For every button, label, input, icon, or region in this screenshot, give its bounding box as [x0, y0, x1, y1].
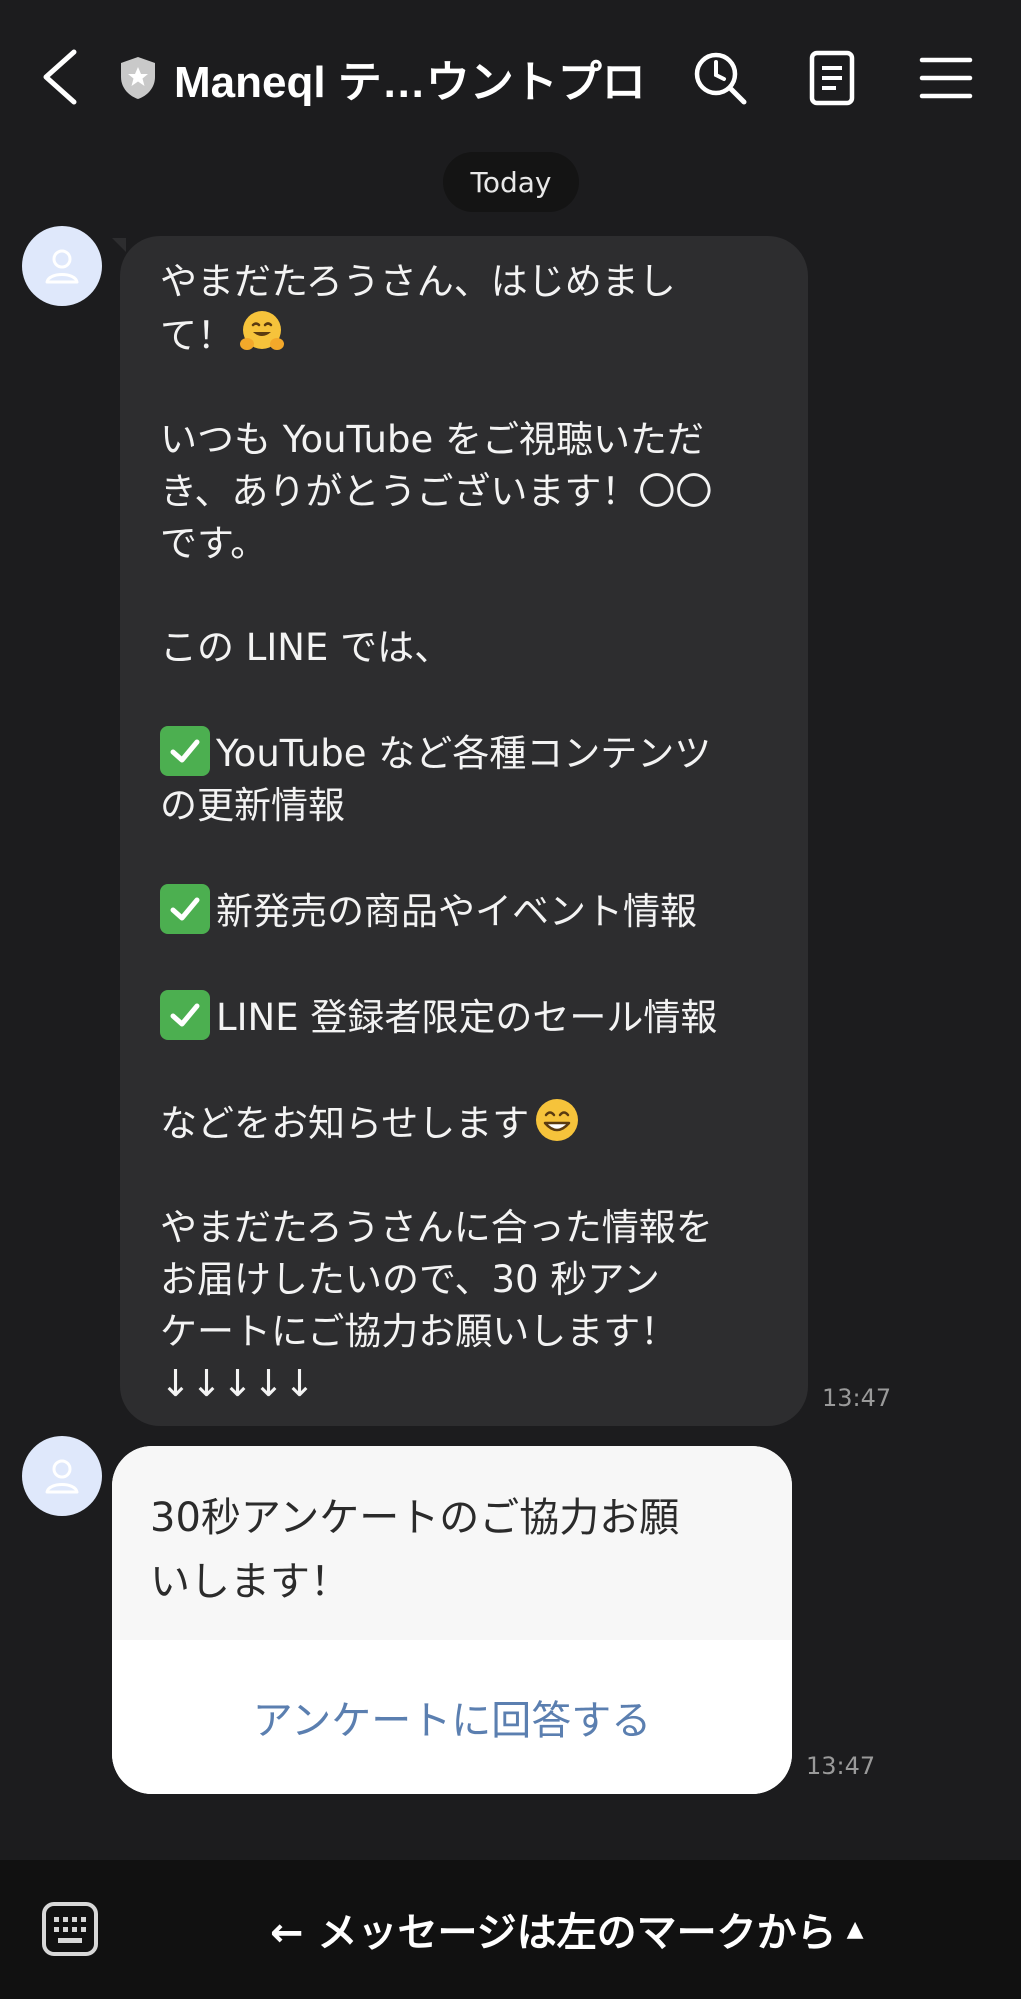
message-line: です。 — [160, 522, 268, 565]
message-bubble[interactable]: やまだたろうさん、はじめまし て！ いつも YouTube をご視聴いただ き、… — [112, 236, 808, 1426]
date-chip: Today — [443, 152, 579, 212]
user-icon — [45, 1459, 79, 1494]
message-line: LINE 登録者限定のセール情報 — [160, 990, 774, 1044]
message-time: 13:47 — [806, 1752, 876, 1780]
message-line: やまだたろうさん、はじめまし — [160, 260, 676, 303]
message-line: お届けしたいので、30 秒アン — [160, 1258, 660, 1301]
check-mark-icon — [160, 884, 210, 934]
survey-card-text: 30秒アンケートのご協力お願 — [150, 1495, 680, 1541]
chat-title-group[interactable]: Maneql テ…ウントプロ — [118, 48, 646, 108]
chat-title: Maneql テ…ウントプロ — [174, 58, 646, 107]
message-line: き、ありがとうございます！〇〇 — [160, 470, 713, 513]
shield-star-icon — [121, 57, 155, 99]
triangle-up-icon: ▲ — [846, 1916, 864, 1942]
message-time: 13:47 — [822, 1384, 892, 1412]
message-line: いつも YouTube をご視聴いただ — [160, 418, 704, 461]
back-chevron-icon[interactable] — [36, 46, 84, 108]
message-line: て！ — [160, 308, 774, 362]
check-mark-icon — [160, 726, 210, 776]
footer-bar: ← メッセージは左のマークから ▲ — [0, 1860, 1021, 1999]
rich-menu-toggle[interactable]: ← メッセージは左のマークから ▲ — [270, 1900, 864, 1958]
message-line: の更新情報 — [160, 784, 345, 827]
message-line: ケートにご協力お願いします！ — [160, 1310, 678, 1353]
grinning-face-icon — [536, 1099, 579, 1141]
menu-icon[interactable] — [916, 48, 976, 108]
avatar[interactable] — [22, 1436, 102, 1516]
message-line: この LINE では、 — [160, 626, 452, 669]
chat-header: Maneql テ…ウントプロ — [0, 0, 1021, 150]
avatar[interactable] — [22, 226, 102, 306]
survey-card: 30秒アンケートのご協力お願 いします！ アンケートに回答する — [112, 1446, 792, 1794]
survey-card-text: いします！ — [150, 1559, 350, 1605]
hugging-face-icon — [240, 311, 284, 350]
keyboard-icon[interactable] — [40, 1900, 100, 1958]
survey-card-body: 30秒アンケートのご協力お願 いします！ — [112, 1446, 792, 1640]
check-mark-icon — [160, 990, 210, 1040]
footer-label: ← メッセージは左のマークから — [270, 1910, 837, 1956]
user-icon — [45, 249, 79, 284]
search-icon[interactable] — [690, 48, 750, 108]
message-line: ↓↓↓↓↓ — [160, 1362, 316, 1405]
message-line: やまだたろうさんに合った情報を — [160, 1206, 713, 1249]
message-line: YouTube など各種コンテンツ — [160, 726, 774, 780]
message-line: などをお知らせします — [160, 1096, 774, 1150]
note-icon[interactable] — [802, 48, 862, 108]
answer-survey-button[interactable]: アンケートに回答する — [112, 1640, 792, 1794]
message-line: 新発売の商品やイベント情報 — [160, 884, 774, 938]
